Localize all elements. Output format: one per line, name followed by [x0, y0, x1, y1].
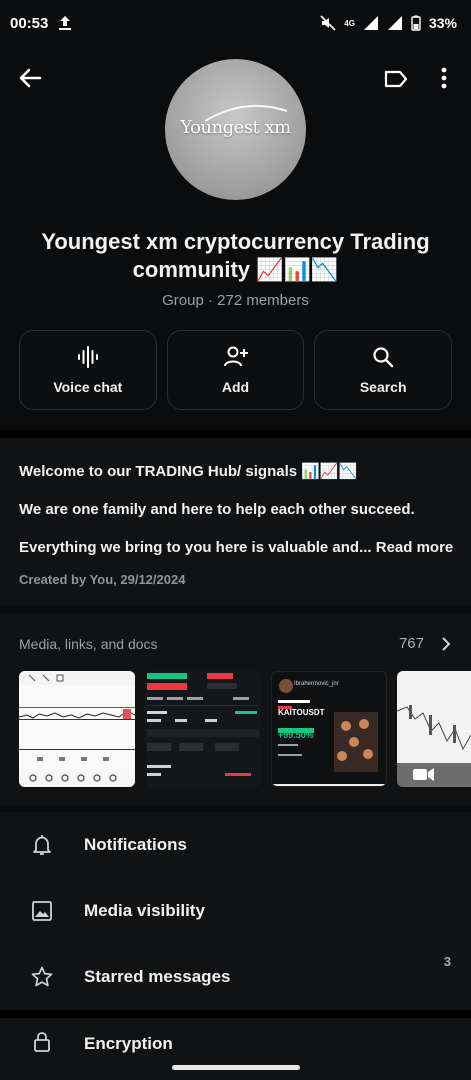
pnl-username: Ibrahermovic_jnr [294, 681, 339, 687]
battery-icon [411, 15, 421, 31]
thumb-video-graphic [397, 705, 471, 787]
signal-icon-2 [387, 16, 402, 30]
description-line-1: Welcome to our TRADING Hub/ signals 📊📈📉 [19, 463, 358, 480]
chevron-right-icon [442, 636, 451, 651]
voice-chat-button[interactable]: Voice chat [19, 330, 157, 410]
settings-label-encryption: Encryption [84, 1034, 173, 1053]
home-indicator[interactable] [172, 1065, 300, 1070]
search-icon [373, 347, 394, 368]
media-thumb-video[interactable] [397, 671, 471, 787]
created-by: Created by You, 29/12/2024 [19, 572, 186, 587]
starred-count-badge: 3 [443, 954, 451, 969]
pnl-gain: +99.50% [278, 730, 314, 740]
settings-label-media-visibility: Media visibility [84, 901, 205, 920]
bell-icon [33, 835, 51, 855]
image-icon [32, 901, 52, 921]
action-buttons: Voice chat Add Search [19, 330, 453, 410]
settings-row-encryption[interactable]: Encryption [0, 1018, 471, 1080]
media-section: Media, links, and docs 767 Ibrahermovic_… [0, 613, 471, 805]
star-icon [31, 966, 53, 987]
label-icon[interactable] [382, 65, 410, 93]
media-thumbnails: Ibrahermovic_jnr KAITOUSDT +99.50% [19, 671, 471, 789]
description-line-3[interactable]: Everything we bring to you here is valua… [19, 538, 453, 558]
voice-wave-icon [77, 346, 98, 368]
settings-row-notifications[interactable]: Notifications [0, 812, 471, 878]
group-avatar[interactable]: Youngest xm [165, 59, 306, 200]
settings-label-notifications: Notifications [84, 835, 187, 854]
media-header[interactable]: Media, links, and docs 767 [19, 635, 452, 652]
status-time: 00:53 [10, 14, 49, 32]
group-description[interactable]: Welcome to our TRADING Hub/ signals 📊📈📉 … [0, 438, 471, 605]
media-count: 767 [398, 635, 424, 652]
battery-level: 33% [428, 15, 457, 31]
thumb-chart-graphic [19, 671, 135, 787]
status-bar: 00:53 4G 33% [0, 0, 471, 46]
pnl-pair: KAITOUSDT [278, 708, 325, 717]
settings-row-media-visibility[interactable]: Media visibility [0, 878, 471, 944]
search-label: Search [359, 379, 407, 395]
section-divider-2 [0, 1010, 471, 1018]
add-person-icon [223, 346, 248, 367]
group-title: Youngest xm cryptocurrency Trading commu… [41, 229, 430, 282]
more-options-icon[interactable] [432, 64, 456, 92]
network-type: 4G [344, 18, 355, 28]
avatar-logo-text: Youngest xm [180, 117, 291, 138]
add-button[interactable]: Add [166, 330, 305, 410]
description-line-2: We are one family and here to help each … [19, 501, 415, 518]
voice-chat-label: Voice chat [53, 379, 123, 395]
group-subtitle: Group · 272 members [162, 292, 309, 309]
media-thumb-trade-app[interactable] [145, 671, 261, 787]
upload-icon [59, 16, 72, 30]
lock-icon [34, 1032, 50, 1052]
settings-list: Notifications Media visibility Starred m… [0, 812, 471, 1010]
search-button[interactable]: Search [314, 330, 453, 410]
section-divider [0, 430, 471, 438]
add-label: Add [221, 379, 250, 395]
media-thumb-pnl-card[interactable]: Ibrahermovic_jnr KAITOUSDT +99.50% [271, 671, 387, 787]
mute-icon [320, 15, 336, 31]
thumb-trade-graphic [147, 673, 259, 776]
back-arrow-icon[interactable] [16, 64, 44, 92]
media-heading: Media, links, and docs [19, 635, 158, 652]
settings-label-starred: Starred messages [84, 967, 231, 986]
signal-icon [363, 16, 378, 30]
media-thumb-chart[interactable] [19, 671, 135, 787]
settings-row-starred[interactable]: Starred messages 3 [0, 944, 471, 1010]
